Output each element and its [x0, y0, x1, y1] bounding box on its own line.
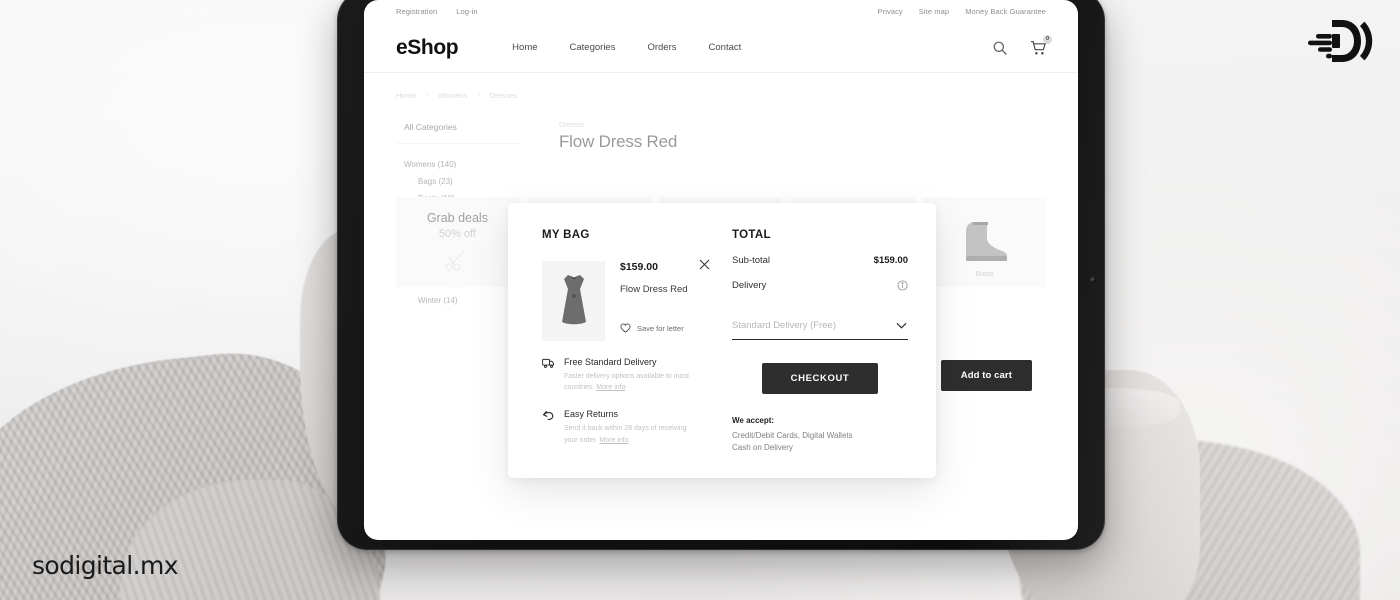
- return-arrow-icon: [542, 409, 555, 445]
- delivery-truck-icon: [542, 357, 555, 393]
- page-content: Home > Womens > Dresses All Categories W…: [364, 73, 1078, 478]
- bag-item-price: $159.00: [620, 261, 658, 273]
- bag-item-info: $159.00 Flow Dress Red Save for letter: [605, 259, 710, 341]
- utility-link-login[interactable]: Log-in: [456, 7, 477, 16]
- we-accept-line1: Credit/Debit Cards, Digital Wallets: [732, 431, 853, 440]
- total-title: TOTAL: [732, 229, 771, 241]
- delivery-select[interactable]: Standard Delivery (Free): [732, 319, 908, 340]
- chevron-down-icon: [895, 319, 908, 332]
- bag-column: MY BAG $159.00 Flow Dress Red Save for l…: [508, 229, 724, 478]
- perk-title-delivery: Free Standard Delivery: [564, 357, 657, 367]
- tablet-device: Registration Log-in Privacy Site map Mon…: [337, 0, 1105, 550]
- utility-link-guarantee[interactable]: Money Back Guarantee: [965, 7, 1046, 16]
- camera-dot: [1090, 277, 1096, 283]
- bag-title: MY BAG: [542, 229, 590, 241]
- bag-item-name: Flow Dress Red: [620, 284, 688, 295]
- perk-easy-returns: Easy Returns Send it back within 28 days…: [542, 409, 710, 445]
- bag-line-item: $159.00 Flow Dress Red Save for letter: [542, 259, 710, 341]
- site-header: eShop Home Categories Orders Contact 0: [364, 23, 1078, 73]
- perk-body-delivery: Faster delivery options available to mos…: [564, 371, 696, 393]
- total-row-delivery: Delivery: [732, 280, 908, 291]
- perk-more-info-link[interactable]: More info: [599, 437, 628, 444]
- save-for-later-button[interactable]: Save for letter: [620, 323, 710, 333]
- cart-count-badge: 0: [1043, 34, 1052, 44]
- save-for-later-label: Save for letter: [637, 323, 684, 333]
- delivery-label: Delivery: [732, 280, 767, 291]
- subtotal-label: Sub-total: [732, 255, 771, 266]
- cart-icon[interactable]: 0: [1030, 34, 1052, 56]
- subtotal-value: $159.00: [873, 255, 908, 266]
- header-icons: 0: [992, 34, 1052, 56]
- brand-logo[interactable]: eShop: [396, 36, 459, 60]
- we-accept-title: We accept:: [732, 416, 775, 425]
- main-nav: Home Categories Orders Contact: [512, 42, 741, 53]
- my-bag-modal: MY BAG $159.00 Flow Dress Red Save for l…: [508, 203, 936, 478]
- nav-item-home[interactable]: Home: [512, 42, 537, 53]
- close-icon[interactable]: [699, 259, 710, 270]
- scene: Registration Log-in Privacy Site map Mon…: [0, 0, 1400, 600]
- watermark: sodigital.mx: [32, 551, 179, 580]
- tablet-screen: Registration Log-in Privacy Site map Mon…: [364, 0, 1078, 540]
- sodigital-logo-icon: [1302, 14, 1378, 68]
- perk-more-info-link[interactable]: More info: [596, 384, 625, 391]
- delivery-select-value: Standard Delivery (Free): [732, 320, 837, 331]
- heart-icon: [620, 323, 631, 333]
- we-accept-line2: Cash on Delivery: [732, 443, 793, 453]
- perk-body-text: Faster delivery options available to mos…: [564, 373, 689, 392]
- utility-bar: Registration Log-in Privacy Site map Mon…: [364, 0, 1078, 23]
- info-icon[interactable]: [897, 280, 908, 291]
- total-column: TOTAL Sub-total $159.00 Delivery Standar…: [724, 229, 936, 478]
- search-icon[interactable]: [992, 40, 1008, 56]
- perk-body-returns: Send it back within 28 days of receiving…: [564, 423, 696, 445]
- nav-item-contact[interactable]: Contact: [709, 42, 742, 53]
- perk-title-returns: Easy Returns: [564, 409, 619, 420]
- perk-free-delivery: Free Standard Delivery Faster delivery o…: [542, 357, 710, 393]
- add-to-cart-button[interactable]: Add to cart: [940, 360, 1032, 391]
- utility-link-privacy[interactable]: Privacy: [878, 7, 903, 16]
- nav-item-categories[interactable]: Categories: [570, 42, 616, 53]
- checkout-button[interactable]: CHECKOUT: [761, 363, 879, 394]
- nav-item-orders[interactable]: Orders: [647, 42, 676, 53]
- total-row-subtotal: Sub-total $159.00: [732, 255, 908, 266]
- utility-link-sitemap[interactable]: Site map: [919, 7, 949, 16]
- utility-link-registration[interactable]: Registration: [396, 7, 437, 16]
- red-dress-image: [542, 261, 605, 341]
